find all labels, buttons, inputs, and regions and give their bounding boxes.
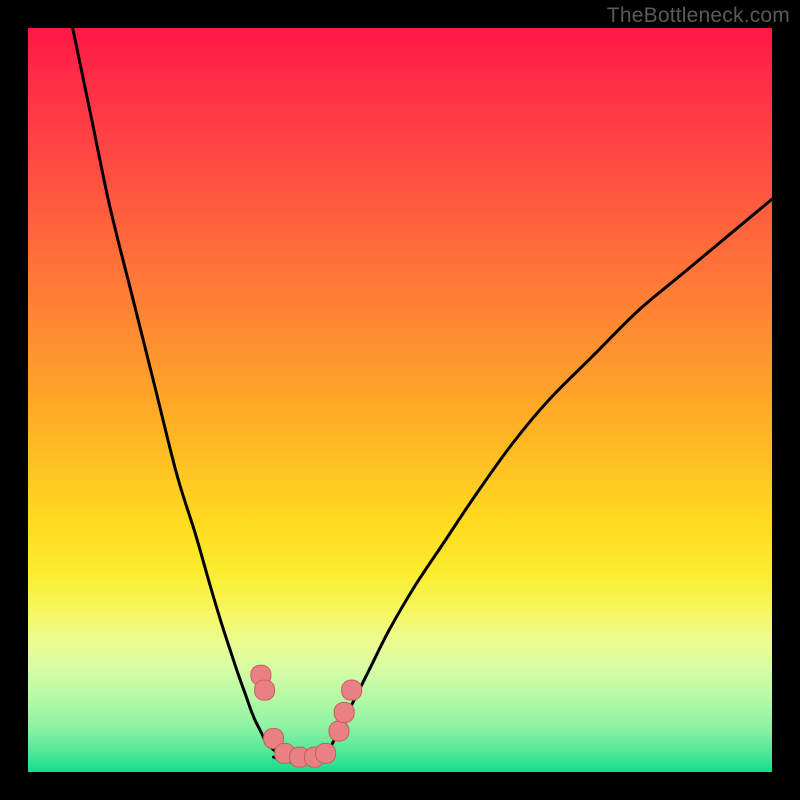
data-marker: [334, 702, 354, 722]
left-curve: [73, 28, 281, 757]
right-curve: [326, 199, 772, 757]
data-marker: [255, 680, 275, 700]
right-curve-path: [326, 199, 772, 757]
plot-area: [28, 28, 772, 772]
data-marker: [342, 680, 362, 700]
markers-group: [251, 665, 362, 767]
data-marker: [329, 721, 349, 741]
left-curve-path: [73, 28, 281, 757]
data-marker: [316, 743, 336, 763]
watermark-text: TheBottleneck.com: [607, 4, 790, 28]
chart-frame: TheBottleneck.com: [0, 0, 800, 800]
curve-layer: [28, 28, 772, 772]
